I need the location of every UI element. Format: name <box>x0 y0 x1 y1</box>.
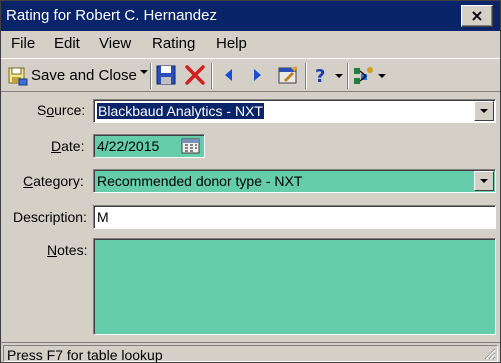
save-icon <box>156 65 176 85</box>
toolbar-separator <box>305 63 307 89</box>
menu-bar: File Edit View Rating Help <box>1 31 500 57</box>
help-icon: ? <box>315 66 325 86</box>
source-dropdown-button[interactable] <box>474 101 494 121</box>
category-label: Category: <box>23 173 84 189</box>
next-record-button[interactable] <box>248 64 266 88</box>
resize-grip-icon[interactable] <box>484 348 496 360</box>
description-input[interactable]: M <box>93 205 496 229</box>
status-bar: Press F7 for table lookup <box>1 342 500 363</box>
properties-button[interactable] <box>277 64 301 88</box>
next-icon <box>254 69 261 81</box>
date-label: Date: <box>51 138 85 154</box>
source-label: Source: <box>37 102 86 118</box>
rating-dialog-window: Rating for Robert C. Hernandez × File Ed… <box>0 0 501 363</box>
previous-record-button[interactable] <box>220 64 238 88</box>
notes-textarea[interactable] <box>93 238 496 335</box>
save-close-icon <box>8 67 28 86</box>
help-button[interactable]: ? <box>312 64 330 88</box>
window-title: Rating for Robert C. Hernandez <box>6 7 217 24</box>
menu-file[interactable]: File <box>11 35 35 52</box>
config-button[interactable] <box>352 64 376 88</box>
calendar-icon <box>181 138 200 154</box>
menu-edit[interactable]: Edit <box>54 35 80 52</box>
save-and-close-label: Save and Close <box>31 67 137 84</box>
description-value: M <box>97 209 109 225</box>
save-button[interactable] <box>155 64 177 88</box>
svg-text:?: ? <box>315 66 325 86</box>
category-value: Recommended donor type - NXT <box>97 173 303 189</box>
config-dropdown-button[interactable] <box>378 64 388 88</box>
save-and-close-button[interactable]: Save and Close <box>5 64 151 88</box>
chevron-down-icon <box>480 109 488 113</box>
category-combobox[interactable]: Recommended donor type - NXT <box>93 169 496 193</box>
toolbar-separator <box>150 63 152 89</box>
delete-icon <box>185 65 205 85</box>
toolbar: Save and Close ? <box>1 58 500 92</box>
menu-view[interactable]: View <box>99 35 131 52</box>
config-dropdown-icon <box>378 74 386 78</box>
notes-label: Notes: <box>47 242 88 258</box>
close-button[interactable]: × <box>461 5 493 27</box>
chevron-down-icon <box>480 179 488 183</box>
date-value: 4/22/2015 <box>97 138 160 154</box>
help-dropdown-icon <box>335 74 343 78</box>
title-bar[interactable]: Rating for Robert C. Hernandez × <box>1 1 500 31</box>
toolbar-separator <box>347 63 349 89</box>
help-dropdown-button[interactable] <box>335 64 345 88</box>
source-combobox[interactable]: Blackbaud Analytics - NXT <box>93 99 496 123</box>
close-icon: × <box>470 6 484 25</box>
delete-button[interactable] <box>183 64 207 88</box>
config-icon <box>354 67 373 84</box>
dropdown-arrow-icon[interactable] <box>140 70 148 76</box>
toolbar-separator <box>211 63 213 89</box>
status-pane: Press F7 for table lookup <box>3 345 498 363</box>
menu-help[interactable]: Help <box>216 35 247 52</box>
category-dropdown-button[interactable] <box>474 171 494 191</box>
description-label: Description: <box>13 209 87 225</box>
status-text: Press F7 for table lookup <box>7 347 163 363</box>
previous-icon <box>225 69 232 81</box>
calendar-button[interactable] <box>180 136 202 156</box>
menu-rating[interactable]: Rating <box>152 35 195 52</box>
properties-icon <box>278 66 297 84</box>
date-field[interactable]: 4/22/2015 <box>93 134 205 158</box>
source-value: Blackbaud Analytics - NXT <box>97 103 264 119</box>
